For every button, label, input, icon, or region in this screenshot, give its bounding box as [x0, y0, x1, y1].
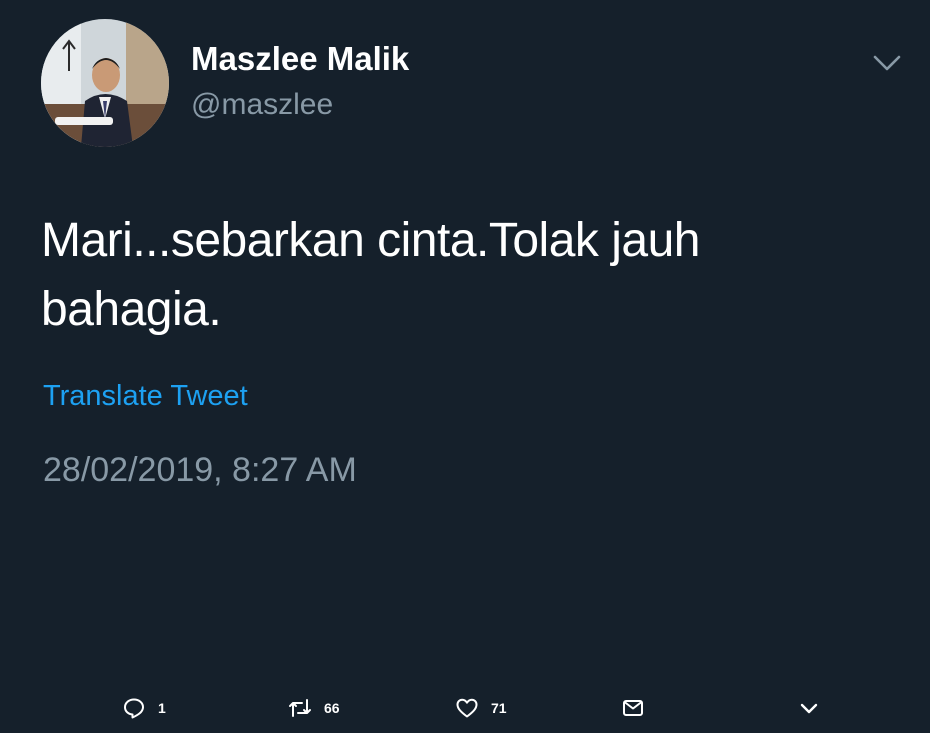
- direct-message-button[interactable]: [621, 696, 645, 720]
- heart-icon: [456, 698, 478, 718]
- tweet-card: Maszlee Malik @maszlee Mari...sebarkan c…: [0, 0, 930, 733]
- like-button[interactable]: 71: [455, 696, 507, 720]
- reply-button[interactable]: 1: [122, 696, 166, 720]
- retweet-icon: [289, 699, 311, 717]
- like-count: 71: [491, 700, 507, 716]
- avatar[interactable]: [41, 19, 169, 147]
- envelope-icon: [623, 700, 643, 716]
- more-actions-button[interactable]: [797, 696, 821, 720]
- tweet-options-button[interactable]: [868, 48, 906, 78]
- avatar-photo: [41, 19, 169, 147]
- tweet-actions-bar: 1 66 71: [0, 690, 930, 730]
- tweet-timestamp[interactable]: 28/02/2019, 8:27 AM: [43, 451, 357, 490]
- retweet-count: 66: [324, 700, 340, 716]
- author-display-name[interactable]: Maszlee Malik: [191, 40, 409, 78]
- chevron-down-icon: [873, 55, 901, 71]
- translate-tweet-link[interactable]: Translate Tweet: [43, 380, 248, 413]
- author-handle[interactable]: @maszlee: [191, 88, 333, 122]
- retweet-button[interactable]: 66: [288, 696, 340, 720]
- reply-count: 1: [158, 700, 166, 716]
- reply-icon: [124, 698, 144, 719]
- chevron-down-icon: [800, 703, 818, 714]
- tweet-text: Mari...sebarkan cinta.Tolak jauh bahagia…: [41, 214, 701, 336]
